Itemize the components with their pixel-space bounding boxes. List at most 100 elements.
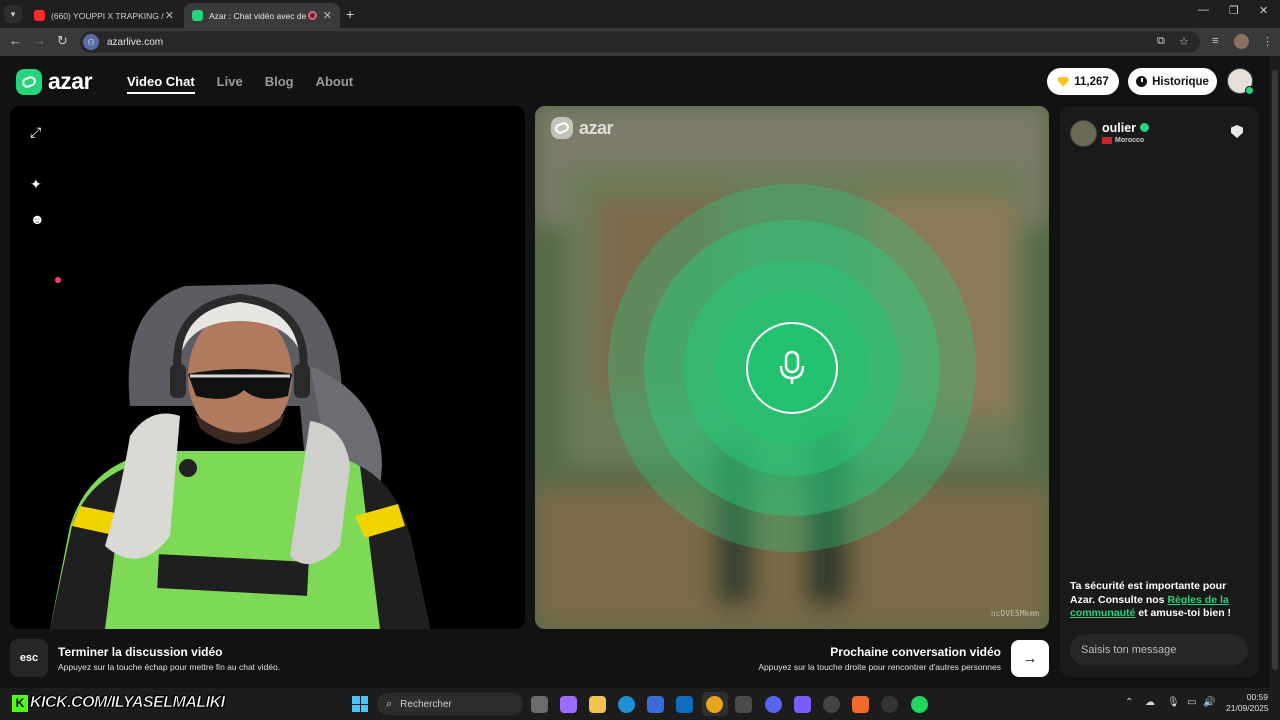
media-control-icon[interactable]: ≡: [1212, 35, 1218, 47]
omnibox[interactable]: ⚇ azarlive.com: [80, 31, 1200, 53]
gems-balance-button[interactable]: 11,267: [1047, 68, 1119, 95]
gems-count: 11,267: [1074, 75, 1109, 88]
windows-start-icon[interactable]: [352, 696, 368, 712]
microphone-tray-icon[interactable]: 🎙: [1167, 697, 1180, 708]
back-icon[interactable]: ←: [9, 33, 22, 48]
store-icon[interactable]: [647, 696, 664, 713]
outlook-icon[interactable]: [676, 696, 693, 713]
history-label: Historique: [1152, 75, 1209, 88]
effects-sparkle-icon[interactable]: ✦: [30, 176, 42, 193]
morocco-flag-icon: [1102, 137, 1112, 144]
brand-name: azar: [48, 68, 93, 94]
tab-title: (660) YOUPPI X TRAPKING / 2 C: [51, 10, 165, 21]
report-shield-icon[interactable]: [1231, 125, 1243, 138]
browser-profile-avatar[interactable]: [1234, 34, 1249, 49]
browser-tab-youtube[interactable]: (660) YOUPPI X TRAPKING / 2 C ✕: [26, 3, 182, 28]
main-nav: Video Chat Live Blog About: [127, 74, 353, 94]
remote-video-panel: azar ncDVE5Mkmm: [535, 106, 1049, 629]
microphone-icon: [779, 350, 805, 384]
nav-about[interactable]: About: [316, 74, 354, 94]
message-input[interactable]: [1070, 634, 1248, 666]
forward-icon[interactable]: →: [33, 33, 46, 48]
search-icon: ⌕: [386, 697, 393, 710]
app-icon[interactable]: [881, 696, 898, 713]
taskbar-search[interactable]: ⌕ Rechercher: [377, 693, 523, 715]
spotify-icon[interactable]: [911, 696, 928, 713]
history-button[interactable]: Historique: [1128, 68, 1217, 95]
minimize-icon[interactable]: —: [1198, 4, 1209, 16]
kick-channel-text: KICK.COM/ILYASELMALIKI: [30, 694, 226, 712]
azar-logo[interactable]: azar: [16, 68, 93, 95]
azar-logo-icon: [16, 68, 42, 95]
close-window-icon[interactable]: ✕: [1259, 4, 1268, 17]
bookmark-star-icon[interactable]: ☆: [1179, 35, 1189, 48]
clock-date: 21/09/2025: [1226, 703, 1269, 713]
clock-time: 00:59: [1246, 692, 1268, 702]
remote-watermark-logo: azar: [551, 117, 614, 139]
end-chat-hint: Appuyez sur la touche échap pour mettre …: [58, 662, 281, 672]
tab-search-icon[interactable]: ▾: [4, 5, 22, 23]
tab-title: Azar : Chat vidéo avec de n: [209, 10, 308, 21]
reload-icon[interactable]: ↻: [57, 33, 68, 49]
browser-tab-azar[interactable]: Azar : Chat vidéo avec de n ✕: [184, 3, 340, 28]
watermark-brand: azar: [579, 117, 614, 138]
restore-icon[interactable]: ❐: [1229, 4, 1239, 17]
search-label: Rechercher: [400, 698, 452, 710]
site-info-icon[interactable]: ⚇: [83, 34, 99, 50]
nav-live[interactable]: Live: [217, 74, 243, 94]
expand-icon[interactable]: ⤢: [30, 124, 41, 141]
clock-icon: [1136, 76, 1148, 87]
remote-user-code: ncDVE5Mkmm: [990, 609, 1039, 618]
peer-name[interactable]: oulier: [1102, 121, 1136, 135]
taskbar-clock[interactable]: 00:59 21/09/2025: [1226, 692, 1269, 714]
stream-overlay-kick: K KICK.COM/ILYASELMALIKI: [12, 692, 225, 714]
azar-logo-icon: [551, 117, 573, 139]
esc-end-button[interactable]: esc: [10, 639, 48, 677]
close-tab-icon[interactable]: ✕: [323, 9, 332, 22]
edge-icon[interactable]: [618, 696, 635, 713]
online-status-dot: [1245, 86, 1254, 95]
recording-icon: [307, 11, 317, 20]
obs-icon[interactable]: [823, 696, 840, 713]
volume-icon[interactable]: 🔊: [1203, 697, 1215, 708]
country-name: Morocco: [1115, 137, 1145, 144]
scrollbar-thumb[interactable]: [1272, 70, 1278, 670]
nav-video-chat[interactable]: Video Chat: [127, 74, 195, 94]
next-chat-title: Prochaine conversation vidéo: [830, 645, 1001, 659]
browser-menu-icon[interactable]: ⋮: [1262, 35, 1273, 48]
safety-text-end: et amuse-toi bien !: [1135, 607, 1232, 619]
file-explorer-icon[interactable]: [589, 696, 606, 713]
install-app-icon[interactable]: ⧉: [1157, 35, 1165, 48]
app-icon[interactable]: [852, 696, 869, 713]
verified-icon: [1140, 123, 1149, 132]
youtube-icon: [34, 10, 45, 21]
task-view-icon[interactable]: [531, 696, 548, 713]
copilot-icon[interactable]: [560, 696, 577, 713]
peer-country: Morocco: [1102, 137, 1144, 144]
next-chat-button[interactable]: →: [1011, 640, 1049, 677]
nav-blog[interactable]: Blog: [265, 74, 294, 94]
local-camera-panel: ⤢ ✦ ☻: [10, 106, 525, 629]
face-filter-icon[interactable]: ☻: [30, 211, 45, 227]
close-tab-icon[interactable]: ✕: [165, 9, 174, 22]
chat-sidebar: oulier Morocco Ta sécurité est important…: [1060, 106, 1259, 677]
gamepad-icon[interactable]: [794, 696, 811, 713]
tray-app-icon[interactable]: ☁: [1145, 697, 1155, 708]
new-tab-icon[interactable]: +: [346, 6, 354, 22]
chrome-icon[interactable]: [706, 696, 723, 713]
end-chat-title: Terminer la discussion vidéo: [58, 645, 223, 659]
network-icon[interactable]: ▭: [1187, 697, 1196, 708]
new-effect-badge: [55, 277, 61, 283]
local-video-feed: [50, 284, 430, 629]
safety-notice: Ta sécurité est importante pour Azar. Co…: [1070, 580, 1252, 621]
next-chat-hint: Appuyez sur la touche droite pour rencon…: [758, 662, 1001, 672]
tray-overflow-icon[interactable]: ⌃: [1125, 697, 1133, 708]
url-text: azarlive.com: [107, 36, 164, 48]
discord-icon[interactable]: [765, 696, 782, 713]
gem-icon: [1057, 76, 1070, 87]
voice-mode-microphone-button[interactable]: [746, 322, 838, 414]
azar-favicon-icon: [192, 10, 203, 21]
kick-logo: K: [12, 694, 28, 712]
peer-avatar[interactable]: [1070, 120, 1097, 147]
app-icon[interactable]: [735, 696, 752, 713]
